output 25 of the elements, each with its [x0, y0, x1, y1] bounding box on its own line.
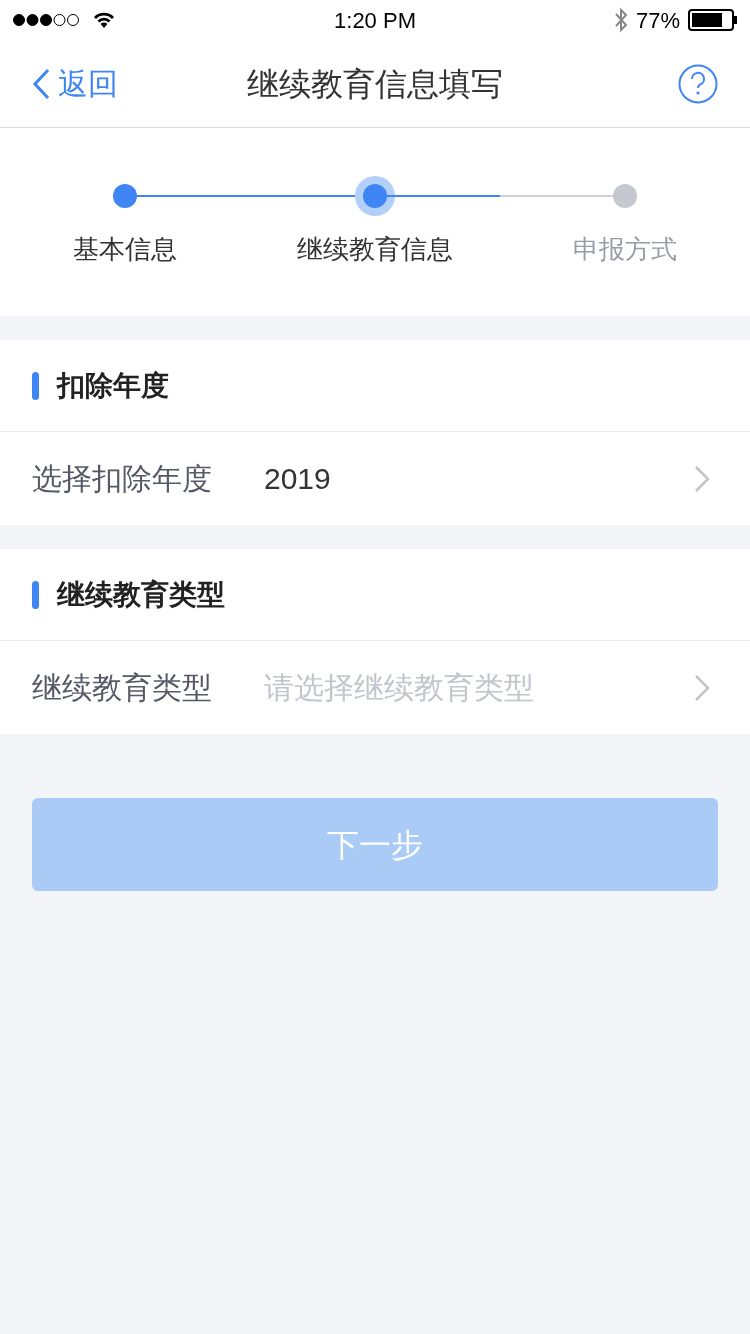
chevron-right-icon — [694, 673, 710, 702]
status-time: 1:20 PM — [334, 6, 416, 35]
step-label: 继续教育信息 — [297, 233, 453, 266]
back-button[interactable]: 返回 — [32, 61, 118, 106]
signal-icon — [12, 13, 80, 27]
page-title: 继续教育信息填写 — [247, 64, 503, 104]
battery-percent: 77% — [635, 6, 680, 35]
section-title: 扣除年度 — [57, 368, 169, 403]
row-label: 继续教育类型 — [32, 670, 213, 706]
back-chevron-icon — [32, 67, 50, 100]
section-title: 继续教育类型 — [57, 577, 225, 612]
step-label: 基本信息 — [73, 233, 177, 266]
row-placeholder: 请选择继续教育类型 — [264, 670, 535, 706]
section-marker — [32, 371, 39, 400]
chevron-right-icon — [694, 464, 710, 493]
select-row[interactable]: 继续教育类型 请选择继续教育类型 — [0, 641, 750, 734]
step-label: 申报方式 — [573, 233, 677, 266]
help-icon[interactable] — [678, 63, 718, 104]
bluetooth-icon — [613, 7, 628, 33]
select-row[interactable]: 选择扣除年度 2019 — [0, 432, 750, 525]
wifi-icon — [92, 11, 116, 29]
section-marker — [32, 580, 39, 609]
battery-icon — [688, 9, 738, 31]
row-label: 选择扣除年度 — [32, 461, 213, 497]
row-value: 2019 — [264, 461, 332, 497]
